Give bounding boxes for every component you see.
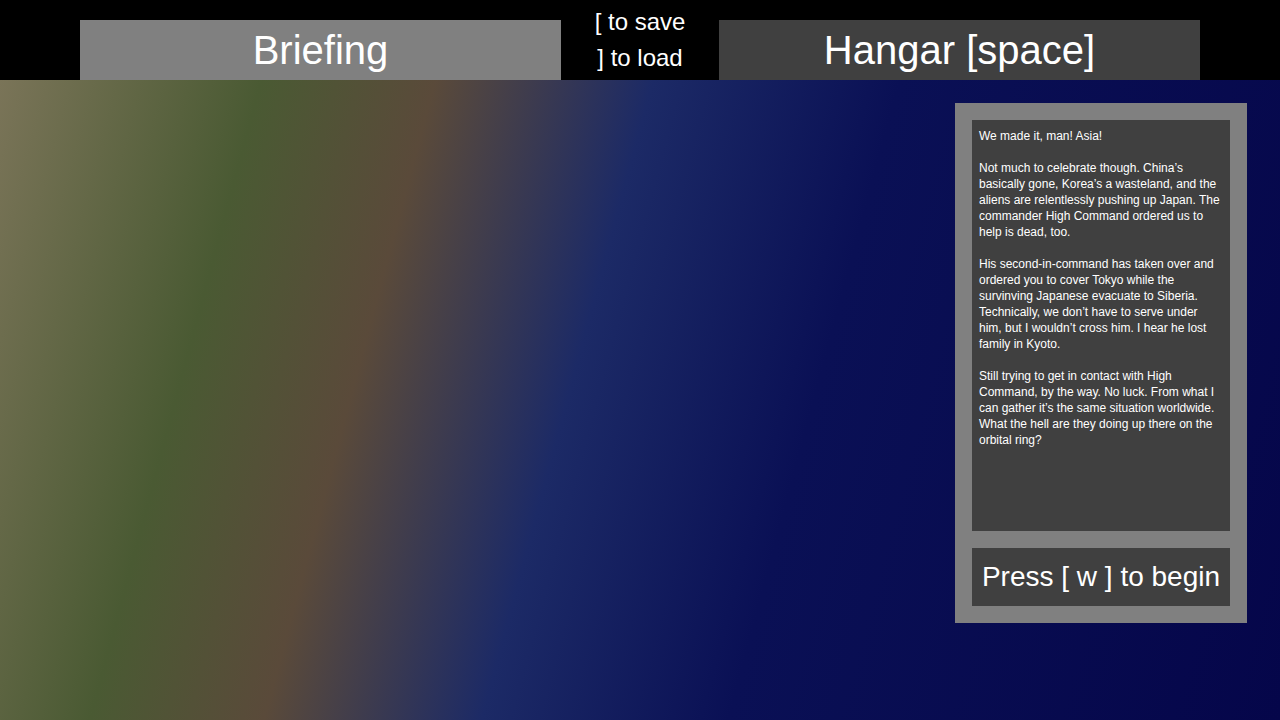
- top-bar: Briefing[ to save] to loadHangar [space]: [0, 0, 1280, 80]
- begin-button[interactable]: Press [ w ] to begin: [972, 548, 1230, 606]
- save-load-line: [ to save: [595, 4, 686, 40]
- tab-button[interactable]: Hangar [space]: [719, 20, 1200, 80]
- tab-button[interactable]: Briefing: [80, 20, 561, 80]
- save-load-hint: [ to save] to load: [561, 0, 719, 80]
- briefing-paragraph: His second-in-command has taken over and…: [979, 256, 1223, 352]
- game-screen: Briefing[ to save] to loadHangar [space]…: [0, 0, 1280, 720]
- map-image: We made it, man! Asia! Not much to celebr…: [0, 80, 1280, 720]
- briefing-paragraph: Not much to celebrate though. China’s ba…: [979, 160, 1223, 240]
- briefing-paragraph: We made it, man! Asia!: [979, 128, 1223, 144]
- briefing-paragraph: Still trying to get in contact with High…: [979, 368, 1223, 448]
- save-load-line: ] to load: [597, 40, 682, 76]
- briefing-panel: We made it, man! Asia! Not much to celebr…: [955, 103, 1247, 623]
- briefing-text: We made it, man! Asia! Not much to celebr…: [972, 120, 1230, 531]
